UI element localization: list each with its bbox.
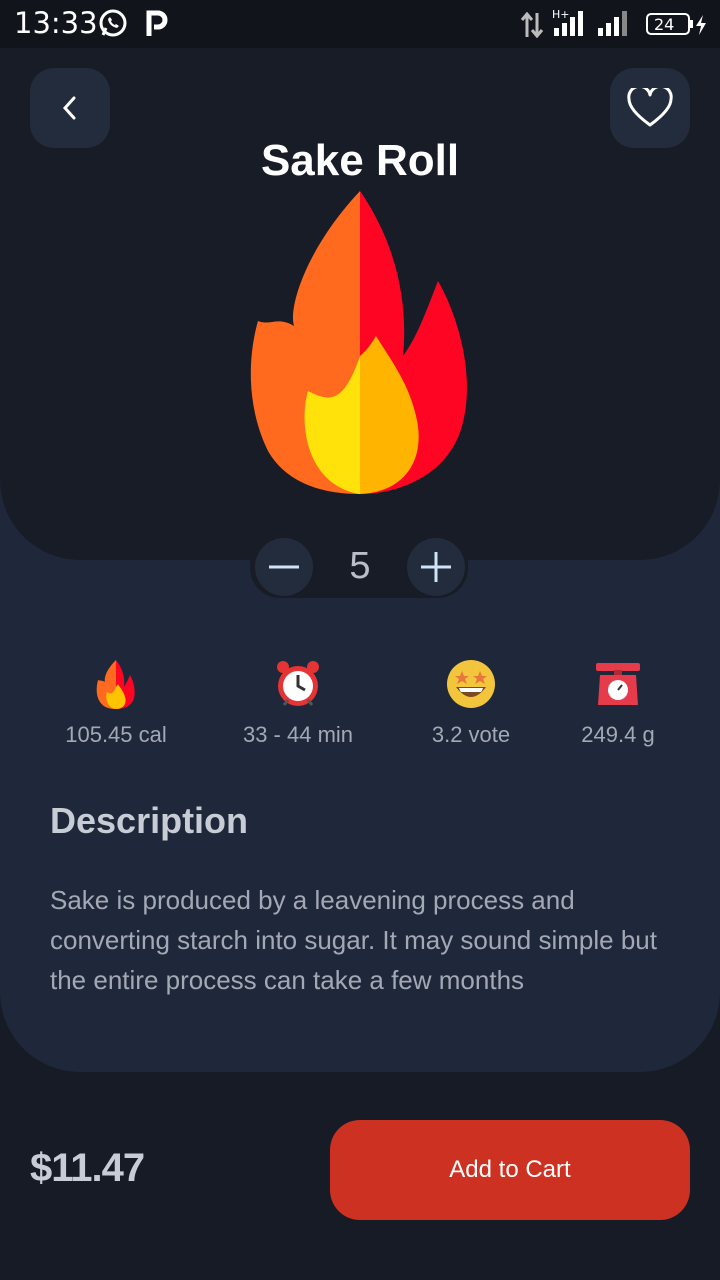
data-arrows-icon [520,11,544,42]
chevron-left-icon [62,96,76,120]
stat-label: 33 - 44 min [242,722,354,747]
status-time: 13:33 [14,6,98,40]
stat-label: 249.4 g [581,722,655,747]
battery-icon: 24 [646,12,694,40]
charging-icon [694,14,708,40]
decrease-button[interactable] [255,538,313,596]
svg-text:H+: H+ [552,8,570,21]
signal-icon [596,10,632,42]
page-title: Sake Roll [260,136,460,185]
price: $11.47 [30,1146,145,1190]
heart-outline-icon [627,88,673,127]
stat-label: 3.2 vote [431,722,511,747]
flame-icon [248,186,472,500]
description-text: Sake is produced by a leavening process … [50,885,657,995]
stat-time: 33 - 44 min [218,652,378,748]
description-title: Description [50,800,249,841]
parking-app-icon [146,10,168,42]
plus-icon [421,552,451,582]
signal-h-plus-icon: H+ [552,8,590,42]
stat-calories: 105.45 cal [36,652,196,748]
add-to-cart-button[interactable]: Add to Cart [330,1120,690,1220]
stat-weight: 249.4 g [538,652,698,748]
kitchen-scale-icon [538,652,698,716]
status-bar: 13:33 H+ 24 [0,0,720,48]
stat-label: 105.45 cal [65,722,167,747]
stat-votes: 3.2 vote [391,652,551,748]
alarm-clock-icon [218,652,378,716]
quantity-value: 5 [349,545,371,587]
increase-button[interactable] [407,538,465,596]
whatsapp-icon [98,8,128,42]
minus-icon [269,565,299,569]
svg-text:24: 24 [654,15,674,34]
star-eyes-emoji-icon [391,652,551,716]
flame-icon [36,652,196,716]
